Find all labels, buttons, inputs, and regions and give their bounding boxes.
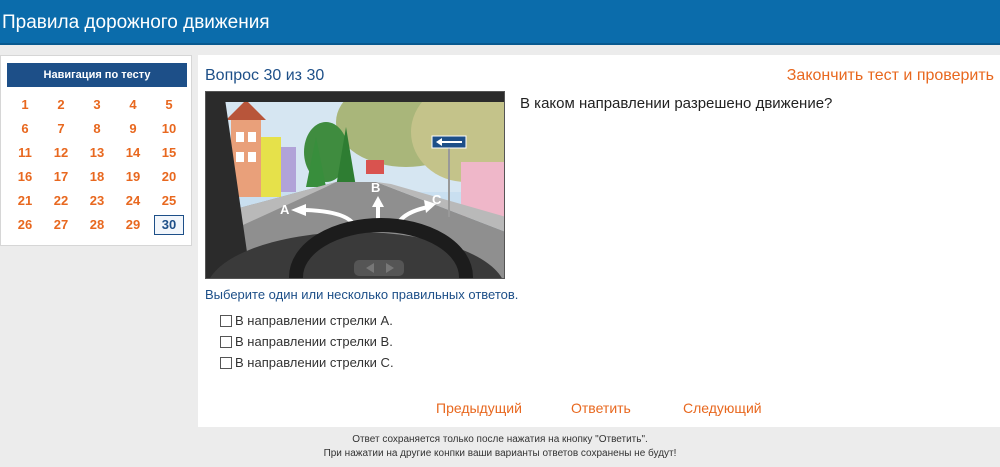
- question-link-13[interactable]: 13: [79, 143, 115, 167]
- question-link-18[interactable]: 18: [79, 167, 115, 191]
- question-link-28[interactable]: 28: [79, 215, 115, 239]
- question-illustration: A B C: [205, 91, 505, 279]
- answer-label: В направлении стрелки А.: [235, 313, 393, 328]
- answer-option[interactable]: В направлении стрелки А.: [220, 310, 394, 331]
- question-link-1[interactable]: 1: [7, 95, 43, 119]
- footer-line-1: Ответ сохраняется только после нажатия н…: [352, 434, 648, 445]
- question-link-9[interactable]: 9: [115, 119, 151, 143]
- answer-checkbox[interactable]: [220, 356, 232, 369]
- answer-label: В направлении стрелки В.: [235, 334, 393, 349]
- answer-option[interactable]: В направлении стрелки В.: [220, 331, 394, 352]
- question-link-30[interactable]: 30: [154, 215, 184, 235]
- question-link-25[interactable]: 25: [151, 191, 187, 215]
- question-link-5[interactable]: 5: [151, 95, 187, 119]
- question-link-3[interactable]: 3: [79, 95, 115, 119]
- next-button[interactable]: Следующий: [683, 400, 762, 416]
- question-link-19[interactable]: 19: [115, 167, 151, 191]
- answer-label: В направлении стрелки С.: [235, 355, 394, 370]
- question-link-11[interactable]: 11: [7, 143, 43, 167]
- question-link-6[interactable]: 6: [7, 119, 43, 143]
- question-text: В каком направлении разрешено движение?: [520, 95, 833, 112]
- question-link-10[interactable]: 10: [151, 119, 187, 143]
- question-link-2[interactable]: 2: [43, 95, 79, 119]
- arrow-label-a: A: [280, 202, 290, 217]
- question-link-17[interactable]: 17: [43, 167, 79, 191]
- question-panel: Вопрос 30 из 30 Закончить тест и провери…: [198, 55, 1000, 427]
- question-link-29[interactable]: 29: [115, 215, 151, 239]
- question-link-8[interactable]: 8: [79, 119, 115, 143]
- question-link-16[interactable]: 16: [7, 167, 43, 191]
- question-link-27[interactable]: 27: [43, 215, 79, 239]
- question-link-12[interactable]: 12: [43, 143, 79, 167]
- question-link-20[interactable]: 20: [151, 167, 187, 191]
- answer-option[interactable]: В направлении стрелки С.: [220, 352, 394, 373]
- question-link-7[interactable]: 7: [43, 119, 79, 143]
- test-navigation-panel: Навигация по тесту 1 2 3 4 5 6 7 8 9 10 11 12 13 14 15…: [0, 55, 192, 246]
- question-number-grid: 1 2 3 4 5 6 7 8 9 10 11 12 13 14 15 16 17 18 19 20 21 22 23 24 2…: [7, 95, 187, 239]
- question-link-23[interactable]: 23: [79, 191, 115, 215]
- footer-note: Ответ сохраняется только после нажатия н…: [0, 433, 1000, 461]
- answer-checkbox[interactable]: [220, 314, 232, 327]
- question-link-21[interactable]: 21: [7, 191, 43, 215]
- question-link-4[interactable]: 4: [115, 95, 151, 119]
- app-title: Правила дорожного движения: [2, 12, 270, 33]
- arrow-label-b: B: [371, 180, 380, 195]
- arrow-label-c: C: [432, 192, 442, 207]
- finish-test-link[interactable]: Закончить тест и проверить: [787, 67, 994, 85]
- answer-options: В направлении стрелки А. В направлении с…: [220, 310, 394, 373]
- previous-button[interactable]: Предыдущий: [436, 400, 522, 416]
- question-link-26[interactable]: 26: [7, 215, 43, 239]
- footer-line-2: При нажатии на другие конпки ваши вариан…: [323, 448, 677, 459]
- question-link-22[interactable]: 22: [43, 191, 79, 215]
- navigation-title: Навигация по тесту: [7, 63, 187, 87]
- question-link-14[interactable]: 14: [115, 143, 151, 167]
- answer-checkbox[interactable]: [220, 335, 232, 348]
- question-link-24[interactable]: 24: [115, 191, 151, 215]
- question-link-15[interactable]: 15: [151, 143, 187, 167]
- app-header: Правила дорожного движения: [0, 0, 1000, 45]
- answer-hint: Выберите один или несколько правильных о…: [205, 287, 519, 302]
- question-counter: Вопрос 30 из 30: [205, 67, 325, 84]
- answer-button[interactable]: Ответить: [571, 400, 631, 416]
